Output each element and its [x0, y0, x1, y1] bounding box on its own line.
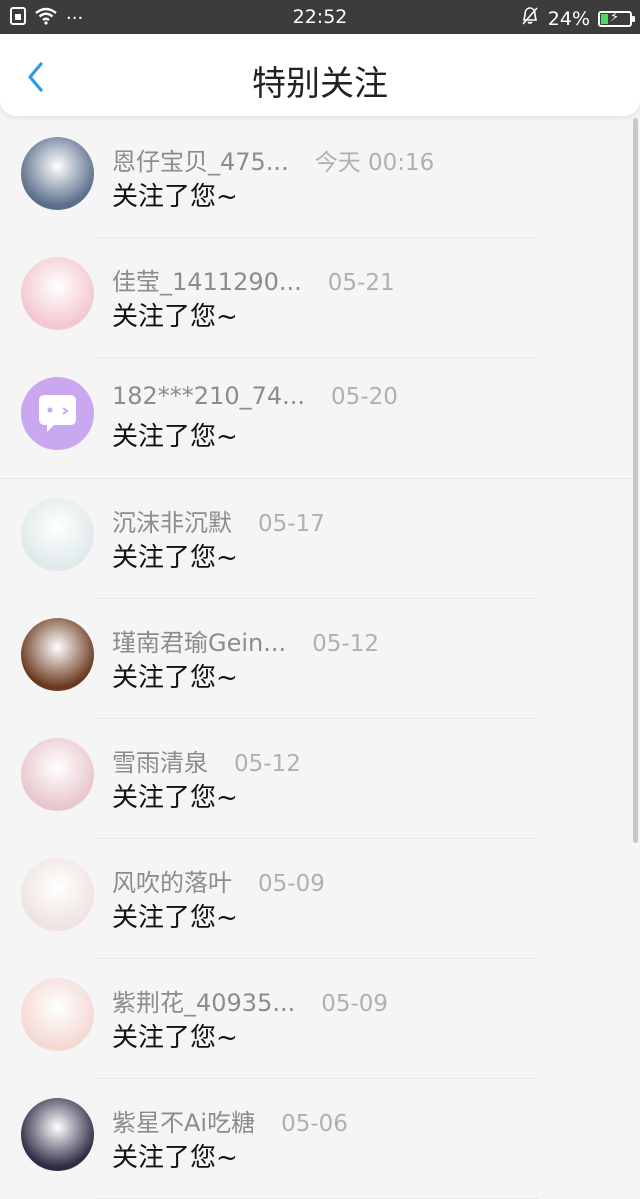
user-name-text: 紫荆花_40935...	[112, 989, 296, 1017]
message-text: 关注了您~	[112, 1023, 238, 1053]
user-name-text: 182***210_74...	[112, 382, 306, 410]
user-name-text: 沉沫非沉默	[112, 509, 232, 537]
list-item[interactable]: 风吹的落叶 05-09 关注了您~	[0, 839, 632, 959]
user-name[interactable]: 雪雨清泉 05-12	[112, 743, 301, 778]
timestamp: 05-12	[234, 751, 301, 777]
list-item[interactable]: 瑾南君瑜Gein... 05-12 关注了您~	[0, 599, 632, 719]
list-item[interactable]: 182***210_74... 05-20 关注了您~	[0, 358, 632, 479]
avatar[interactable]	[21, 858, 94, 931]
user-name[interactable]: 182***210_74... 05-20	[112, 382, 398, 410]
status-right: 24% ⚡	[520, 6, 635, 31]
user-name[interactable]: 佳莹_1411290... 05-21	[112, 262, 395, 297]
scrollbar[interactable]	[633, 118, 638, 843]
timestamp: 05-09	[321, 991, 389, 1017]
message-text: 关注了您~	[112, 1143, 238, 1173]
avatar[interactable]	[21, 377, 94, 450]
message-text: 关注了您~	[112, 422, 238, 452]
battery-percent: 24%	[547, 7, 590, 30]
avatar[interactable]	[21, 738, 94, 811]
user-name[interactable]: 瑾南君瑜Gein... 05-12	[112, 623, 379, 658]
message-text: 关注了您~	[112, 903, 238, 933]
list-item[interactable]: 佳莹_1411290... 05-21 关注了您~	[0, 238, 632, 358]
user-name-text: 佳莹_1411290...	[112, 268, 302, 296]
message-text: 关注了您~	[112, 302, 238, 332]
message-text: 关注了您~	[112, 663, 238, 693]
user-name[interactable]: 恩仔宝贝_475... 今天 00:16	[112, 142, 434, 177]
list-item[interactable]: 雪雨清泉 05-12 关注了您~	[0, 719, 632, 839]
user-name-text: 风吹的落叶	[112, 869, 232, 897]
avatar[interactable]	[21, 498, 94, 571]
user-name[interactable]: 风吹的落叶 05-09	[112, 863, 325, 898]
timestamp: 05-17	[258, 511, 325, 537]
battery-fill	[601, 13, 608, 24]
timestamp: 今天 00:16	[314, 150, 435, 176]
avatar[interactable]	[21, 137, 94, 210]
notification-list: 恩仔宝贝_475... 今天 00:16 关注了您~ 佳莹_1411290... 05-…	[0, 118, 632, 1199]
timestamp: 05-20	[331, 384, 398, 410]
user-name-text: 恩仔宝贝_475...	[112, 148, 289, 176]
page-title: 特别关注	[252, 64, 388, 104]
timestamp: 05-09	[258, 871, 325, 897]
list-item[interactable]: 紫星不Ai吃糖 05-06 关注了您~	[0, 1079, 632, 1199]
status-bar: ··· 22:52 24% ⚡	[0, 0, 640, 34]
battery-icon: ⚡	[598, 9, 635, 27]
user-name-text: 雪雨清泉	[112, 749, 208, 777]
avatar[interactable]	[21, 978, 94, 1051]
mute-bell-icon	[520, 6, 540, 31]
timestamp: 05-12	[312, 631, 379, 657]
timestamp: 05-06	[281, 1111, 348, 1137]
user-name[interactable]: 沉沫非沉默 05-17	[112, 503, 325, 538]
message-text: 关注了您~	[112, 182, 238, 212]
message-text: 关注了您~	[112, 783, 238, 813]
list-item[interactable]: 紫荆花_40935... 05-09 关注了您~	[0, 959, 632, 1079]
user-name-text: 紫星不Ai吃糖	[112, 1109, 256, 1137]
charging-bolt-icon: ⚡	[610, 9, 620, 25]
chat-bubble-icon	[39, 395, 76, 432]
list-item[interactable]: 恩仔宝贝_475... 今天 00:16 关注了您~	[0, 118, 632, 238]
avatar[interactable]	[21, 618, 94, 691]
message-text: 关注了您~	[112, 543, 238, 573]
avatar[interactable]	[21, 257, 94, 330]
user-name-text: 瑾南君瑜Gein...	[112, 629, 287, 657]
list-item[interactable]: 沉沫非沉默 05-17 关注了您~	[0, 479, 632, 599]
user-name[interactable]: 紫荆花_40935... 05-09	[112, 983, 388, 1018]
avatar[interactable]	[21, 1098, 94, 1171]
timestamp: 05-21	[327, 270, 395, 296]
user-name[interactable]: 紫星不Ai吃糖 05-06	[112, 1103, 348, 1138]
nav-header: 特别关注	[0, 34, 640, 116]
